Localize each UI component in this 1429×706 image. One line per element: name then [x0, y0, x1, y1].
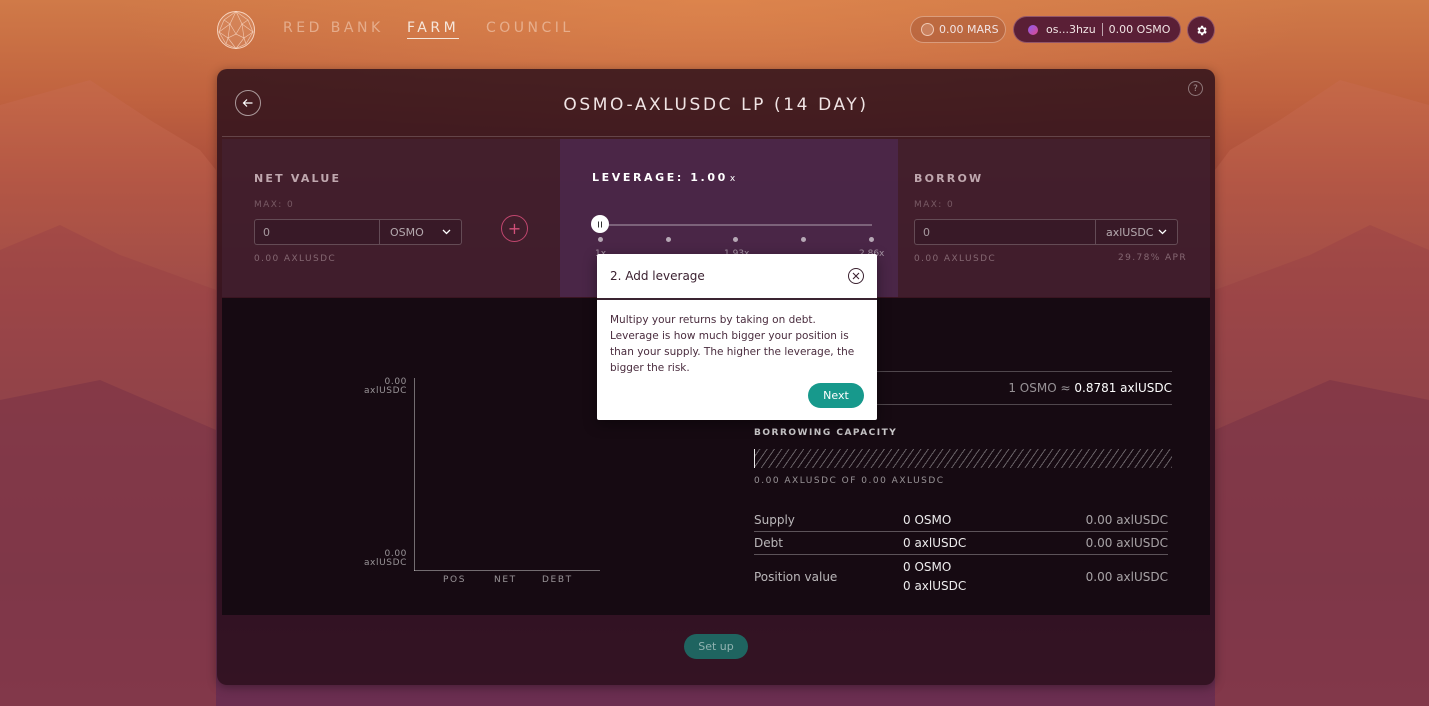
top-navigation: RED BANK FARM COUNCIL 0.00 MARS os...3hz… [0, 0, 1429, 60]
borrowing-capacity-label: BORROWING CAPACITY [754, 428, 898, 438]
nav-link-red-bank[interactable]: RED BANK [283, 20, 384, 36]
mars-balance-button[interactable]: 0.00 MARS [910, 16, 1006, 43]
help-icon[interactable]: ? [1188, 81, 1203, 96]
chart-y-top-unit: axlUSDC [363, 386, 407, 396]
summary-debt-value: 0.00 axlUSDC [1085, 536, 1168, 550]
exchange-rate-text: 1 OSMO ≈ 0.8781 axlUSDC [1008, 381, 1172, 395]
chart-x-axis [414, 570, 600, 571]
plus-icon: + [507, 219, 522, 238]
mars-token-icon [921, 23, 934, 36]
tooltip-title: 2. Add leverage [610, 269, 705, 283]
borrow-asset-label: axlUSDC [1106, 225, 1154, 239]
net-value-input[interactable]: 0 [255, 220, 379, 244]
leverage-label-text: LEVERAGE: 1.00 [592, 171, 728, 184]
borrow-label: BORROW [914, 172, 984, 185]
leverage-tick[interactable] [801, 237, 806, 242]
setup-button[interactable]: Set up [684, 634, 748, 659]
summary-supply-value: 0.00 axlUSDC [1085, 513, 1168, 527]
borrow-input-group: 0 axlUSDC [914, 219, 1178, 245]
chevron-down-icon [1158, 229, 1167, 235]
nav-link-council[interactable]: COUNCIL [486, 20, 574, 36]
chevron-down-icon [442, 229, 451, 235]
chart-y-bottom-label: 0.00 axlUSDC [347, 550, 407, 568]
leverage-label: LEVERAGE: 1.00 x [592, 171, 738, 184]
chart-y-bottom-unit: axlUSDC [363, 558, 407, 568]
leverage-tick[interactable] [733, 237, 738, 242]
onboarding-tooltip: 2. Add leverage Multipy your returns by … [597, 254, 877, 420]
net-value-max[interactable]: MAX: 0 [254, 200, 294, 210]
wallet-balance: 0.00 OSMO [1108, 23, 1171, 36]
leverage-tick[interactable] [869, 237, 874, 242]
chart-y-top-label: 0.00 axlUSDC [347, 378, 407, 396]
exchange-rate-value: 0.8781 axlUSDC [1074, 381, 1172, 395]
summary-position-amount-2: 0 axlUSDC [903, 579, 967, 593]
borrowing-capacity-text: 0.00 AXLUSDC OF 0.00 AXLUSDC [754, 476, 945, 486]
mars-globe-icon[interactable] [216, 10, 256, 50]
divider [754, 531, 1168, 532]
summary-debt-amount: 0 axlUSDC [903, 536, 967, 550]
wallet-address: os...3hzu [1046, 23, 1096, 36]
mars-balance-text: 0.00 MARS [939, 23, 999, 36]
borrowing-capacity-bar [754, 449, 1172, 468]
summary-supply-amount: 0 OSMO [903, 513, 952, 527]
divider [754, 554, 1168, 555]
net-value-label: NET VALUE [254, 172, 342, 185]
net-value-subtext: 0.00 AXLUSDC [254, 254, 337, 264]
net-value-asset-select[interactable]: OSMO [379, 220, 461, 244]
chart-category-pos: POS [443, 575, 467, 585]
leverage-tick[interactable] [598, 237, 603, 242]
nav-link-farm[interactable]: FARM [407, 20, 460, 39]
leverage-suffix: x [729, 174, 738, 184]
leverage-slider-track[interactable] [600, 224, 872, 226]
chart-category-net: NET [494, 575, 517, 585]
next-button[interactable]: Next [808, 383, 864, 408]
tooltip-body: Multipy your returns by taking on debt. … [610, 314, 855, 374]
summary-supply-label: Supply [754, 513, 795, 527]
wallet-avatar-icon [1028, 24, 1038, 35]
divider [597, 298, 877, 300]
borrow-apr: 29.78% APR [1118, 253, 1188, 263]
exchange-rate-prefix: 1 OSMO ≈ [1008, 381, 1071, 395]
borrow-subtext: 0.00 AXLUSDC [914, 254, 997, 264]
borrow-input[interactable]: 0 [915, 220, 1095, 244]
settings-button[interactable] [1187, 16, 1215, 44]
summary-position-amount-1: 0 OSMO [903, 560, 952, 574]
wallet-divider [1101, 23, 1103, 36]
borrow-asset-select[interactable]: axlUSDC [1095, 220, 1177, 244]
chart-y-axis [414, 378, 415, 571]
net-value-input-group: 0 OSMO [254, 219, 462, 245]
borrow-max[interactable]: MAX: 0 [914, 200, 954, 210]
divider [222, 136, 1210, 137]
gear-icon [1196, 25, 1207, 35]
summary-position-label: Position value [754, 570, 838, 584]
grip-icon [598, 221, 602, 227]
close-button[interactable] [848, 268, 864, 284]
add-asset-button[interactable]: + [501, 215, 528, 242]
chart-category-debt: DEBT [542, 575, 573, 585]
page-title: OSMO-AXLUSDC LP (14 DAY) [563, 95, 869, 115]
summary-debt-label: Debt [754, 536, 783, 550]
net-value-asset-label: OSMO [390, 225, 424, 239]
close-icon [852, 272, 860, 280]
leverage-slider-handle[interactable] [591, 215, 609, 233]
summary-position-value: 0.00 axlUSDC [1085, 570, 1168, 584]
leverage-tick[interactable] [666, 237, 671, 242]
wallet-button[interactable]: os...3hzu 0.00 OSMO [1013, 16, 1181, 43]
